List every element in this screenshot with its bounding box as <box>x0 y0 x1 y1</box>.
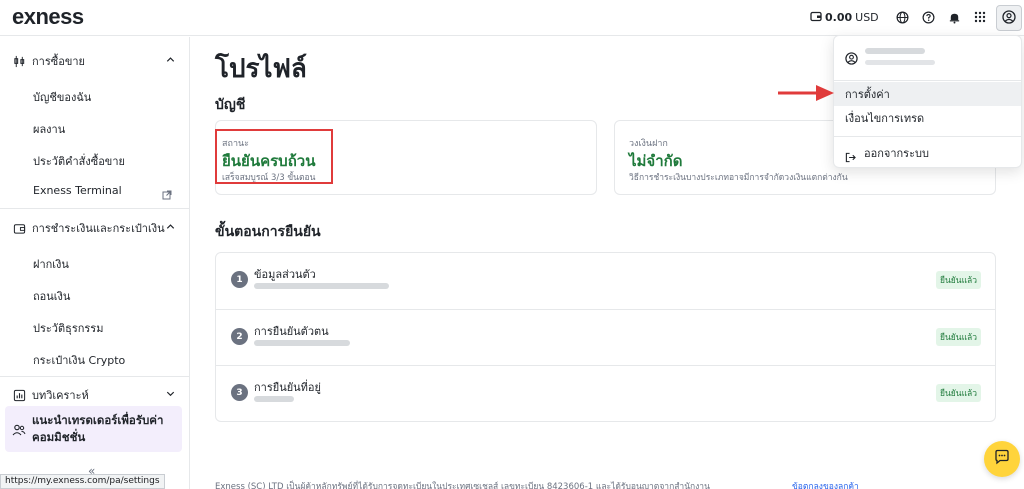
redacted-username <box>865 48 925 54</box>
step-title: การยืนยันตัวตน <box>254 325 329 338</box>
legal-footer-text: Exness (SC) LTD เป็นผู้ค้าหลักทรัพย์ที่ไ… <box>215 482 710 489</box>
verified-badge: ยืนยันแล้ว <box>936 384 982 402</box>
verification-step-identity[interactable]: 2 การยืนยันตัวตน ยืนยันแล้ว <box>216 309 995 365</box>
sidebar-section-label: การชำระเงินและกระเป๋าเงิน <box>32 222 165 235</box>
chevron-up-icon <box>165 221 176 235</box>
verification-step-address[interactable]: 3 การยืนยันที่อยู่ ยืนยันแล้ว <box>216 365 995 421</box>
chevron-up-icon <box>165 54 176 68</box>
redacted-personal-info <box>254 283 389 289</box>
deposit-sub: วิธีการชำระเงินบางประเภทอาจมีการจำกัดวงเ… <box>629 173 848 183</box>
verified-badge: ยืนยันแล้ว <box>936 328 982 346</box>
sidebar-divider <box>0 208 189 209</box>
sidebar-section-label: บทวิเคราะห์ <box>32 389 89 402</box>
external-link-icon <box>162 185 172 204</box>
page-title: โปรไฟล์ <box>215 54 307 84</box>
profile-menu-button[interactable] <box>996 5 1022 31</box>
balance-amount: 0.00 <box>825 11 853 24</box>
sidebar: การซื้อขาย บัญชีของฉัน ผลงาน ประวัติคำสั… <box>0 37 190 489</box>
deposit-label: วงเงินฝาก <box>629 139 668 149</box>
chat-bubble-icon <box>994 449 1010 469</box>
sidebar-section-analytics[interactable]: บทวิเคราะห์ <box>12 385 180 405</box>
user-circle-icon <box>1002 9 1016 28</box>
client-agreement-link[interactable]: ข้อตกลงของลูกค้า <box>792 479 859 489</box>
step-number: 1 <box>231 271 248 288</box>
verification-steps-heading: ขั้นตอนการยืนยัน <box>215 224 321 240</box>
trading-icon <box>12 54 26 68</box>
help-icon[interactable] <box>920 9 936 25</box>
sidebar-item-deposit[interactable]: ฝากเงิน <box>33 255 69 273</box>
step-number: 2 <box>231 328 248 345</box>
wallet-icon <box>12 221 26 235</box>
dropdown-item-settings[interactable]: การตั้งค่า <box>834 82 1021 106</box>
dropdown-user-info <box>834 36 1021 81</box>
sidebar-item-order-history[interactable]: ประวัติคำสั่งซื้อขาย <box>33 152 125 170</box>
exness-logo[interactable]: exness <box>12 4 84 30</box>
globe-icon[interactable] <box>894 9 910 25</box>
redacted-email <box>865 60 935 65</box>
wallet-icon <box>810 10 822 25</box>
chevron-down-icon <box>165 388 176 402</box>
analytics-icon <box>12 388 26 402</box>
browser-status-url: https://my.exness.com/pa/settings <box>0 474 165 489</box>
balance-currency: USD <box>855 11 879 24</box>
profile-dropdown-menu: การตั้งค่า เงื่อนไขการเทรด ออกจากระบบ <box>833 35 1022 168</box>
referral-promo-text: แนะนำเทรดเดอร์เพื่อรับค่าคอมมิชชั่น <box>32 413 164 444</box>
apps-grid-icon[interactable] <box>972 9 988 25</box>
red-pointer-arrow-icon <box>776 82 838 108</box>
step-number: 3 <box>231 384 248 401</box>
user-circle-icon <box>845 50 858 69</box>
verification-steps-list: 1 ข้อมูลส่วนตัว ยืนยันแล้ว 2 การยืนยันตั… <box>215 252 996 422</box>
verification-step-personal[interactable]: 1 ข้อมูลส่วนตัว ยืนยันแล้ว <box>216 253 995 309</box>
step-title: การยืนยันที่อยู่ <box>254 381 321 394</box>
users-icon <box>12 422 26 441</box>
sidebar-section-label: การซื้อขาย <box>32 55 85 68</box>
verified-badge: ยืนยันแล้ว <box>936 271 982 289</box>
sidebar-item-crypto-wallet[interactable]: กระเป๋าเงิน Crypto <box>33 351 125 369</box>
logout-icon <box>845 148 856 167</box>
dropdown-item-logout[interactable]: ออกจากระบบ <box>834 141 1021 165</box>
sidebar-item-transaction-history[interactable]: ประวัติธุรกรรม <box>33 319 103 337</box>
bell-icon[interactable] <box>946 9 962 25</box>
dropdown-item-trading-conditions[interactable]: เงื่อนไขการเทรด <box>834 106 1021 130</box>
sidebar-item-withdrawal[interactable]: ถอนเงิน <box>33 287 70 305</box>
step-title: ข้อมูลส่วนตัว <box>254 268 316 281</box>
sidebar-item-my-accounts[interactable]: บัญชีของฉัน <box>33 88 91 106</box>
sidebar-divider <box>0 376 189 377</box>
referral-promo[interactable]: แนะนำเทรดเดอร์เพื่อรับค่าคอมมิชชั่น <box>5 406 182 452</box>
sidebar-section-trading[interactable]: การซื้อขาย <box>12 51 180 71</box>
redacted-address-info <box>254 396 294 402</box>
top-header: exness 0.00 USD <box>0 0 1024 36</box>
account-heading: บัญชี <box>215 97 246 113</box>
live-chat-button[interactable] <box>984 441 1020 477</box>
redacted-identity-info <box>254 340 350 346</box>
balance-display[interactable]: 0.00 USD <box>810 10 879 25</box>
sidebar-item-exness-terminal[interactable]: Exness Terminal <box>33 184 122 197</box>
dropdown-divider <box>834 136 1021 137</box>
sidebar-item-performance[interactable]: ผลงาน <box>33 120 65 138</box>
sidebar-section-payments[interactable]: การชำระเงินและกระเป๋าเงิน <box>12 218 180 238</box>
status-highlight-box <box>215 129 333 184</box>
